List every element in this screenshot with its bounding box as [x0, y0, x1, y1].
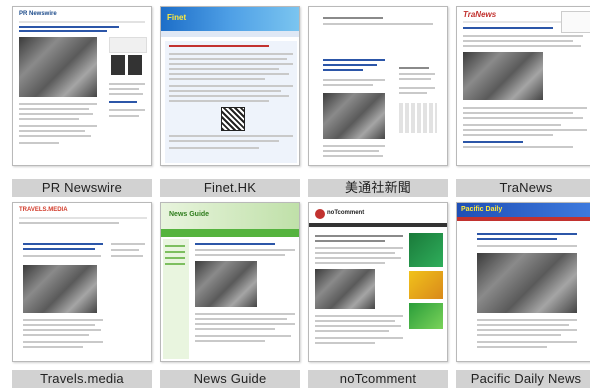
site-logo: TraNews	[463, 10, 497, 19]
caption-pacific-daily-news: Pacific Daily News	[456, 370, 590, 388]
caption-pr-newswire: PR Newswire	[12, 179, 152, 197]
thumbnail-travels-media[interactable]: TRAVELS.MEDIA	[12, 202, 152, 362]
site-logo: Finet	[167, 13, 187, 22]
thumbnail-meitongshe[interactable]	[308, 6, 448, 166]
thumbnail-finet-hk[interactable]: Finet	[160, 6, 300, 166]
thumbnail-news-guide[interactable]: News Guide	[160, 202, 300, 362]
site-logo: Pacific Daily	[461, 206, 503, 213]
article-photo	[23, 265, 97, 313]
thumbnail-tranews[interactable]: TraNews	[456, 6, 590, 166]
site-logo: noTcomment	[327, 210, 365, 216]
article-photo	[323, 93, 385, 139]
caption-tranews: TraNews	[456, 179, 590, 197]
article-photo	[19, 37, 97, 97]
article-photo	[463, 52, 543, 100]
thumbnail-pacific-daily-news[interactable]: Pacific Daily	[456, 202, 590, 362]
site-logo: News Guide	[169, 211, 210, 218]
ad-banner	[409, 233, 443, 267]
calendar-widget	[399, 103, 437, 133]
caption-news-guide: News Guide	[160, 370, 300, 388]
ad-banner	[409, 303, 443, 329]
site-logo: PR Newswire	[19, 11, 57, 17]
caption-notcomment: noTcomment	[308, 370, 448, 388]
thumbnail-pr-newswire[interactable]: PR Newswire	[12, 6, 152, 166]
caption-finet-hk: Finet.HK	[160, 179, 300, 197]
ad-banner	[409, 271, 443, 299]
caption-travels-media: Travels.media	[12, 370, 152, 388]
article-photo	[315, 269, 375, 309]
site-logo-mark	[315, 209, 325, 219]
thumbnail-notcomment[interactable]: noTcomment	[308, 202, 448, 362]
caption-meitongshe: 美通社新聞	[308, 179, 448, 197]
article-photo	[477, 253, 577, 313]
article-photo	[195, 261, 257, 307]
site-logo: TRAVELS.MEDIA	[19, 207, 68, 213]
qr-code	[221, 107, 245, 131]
